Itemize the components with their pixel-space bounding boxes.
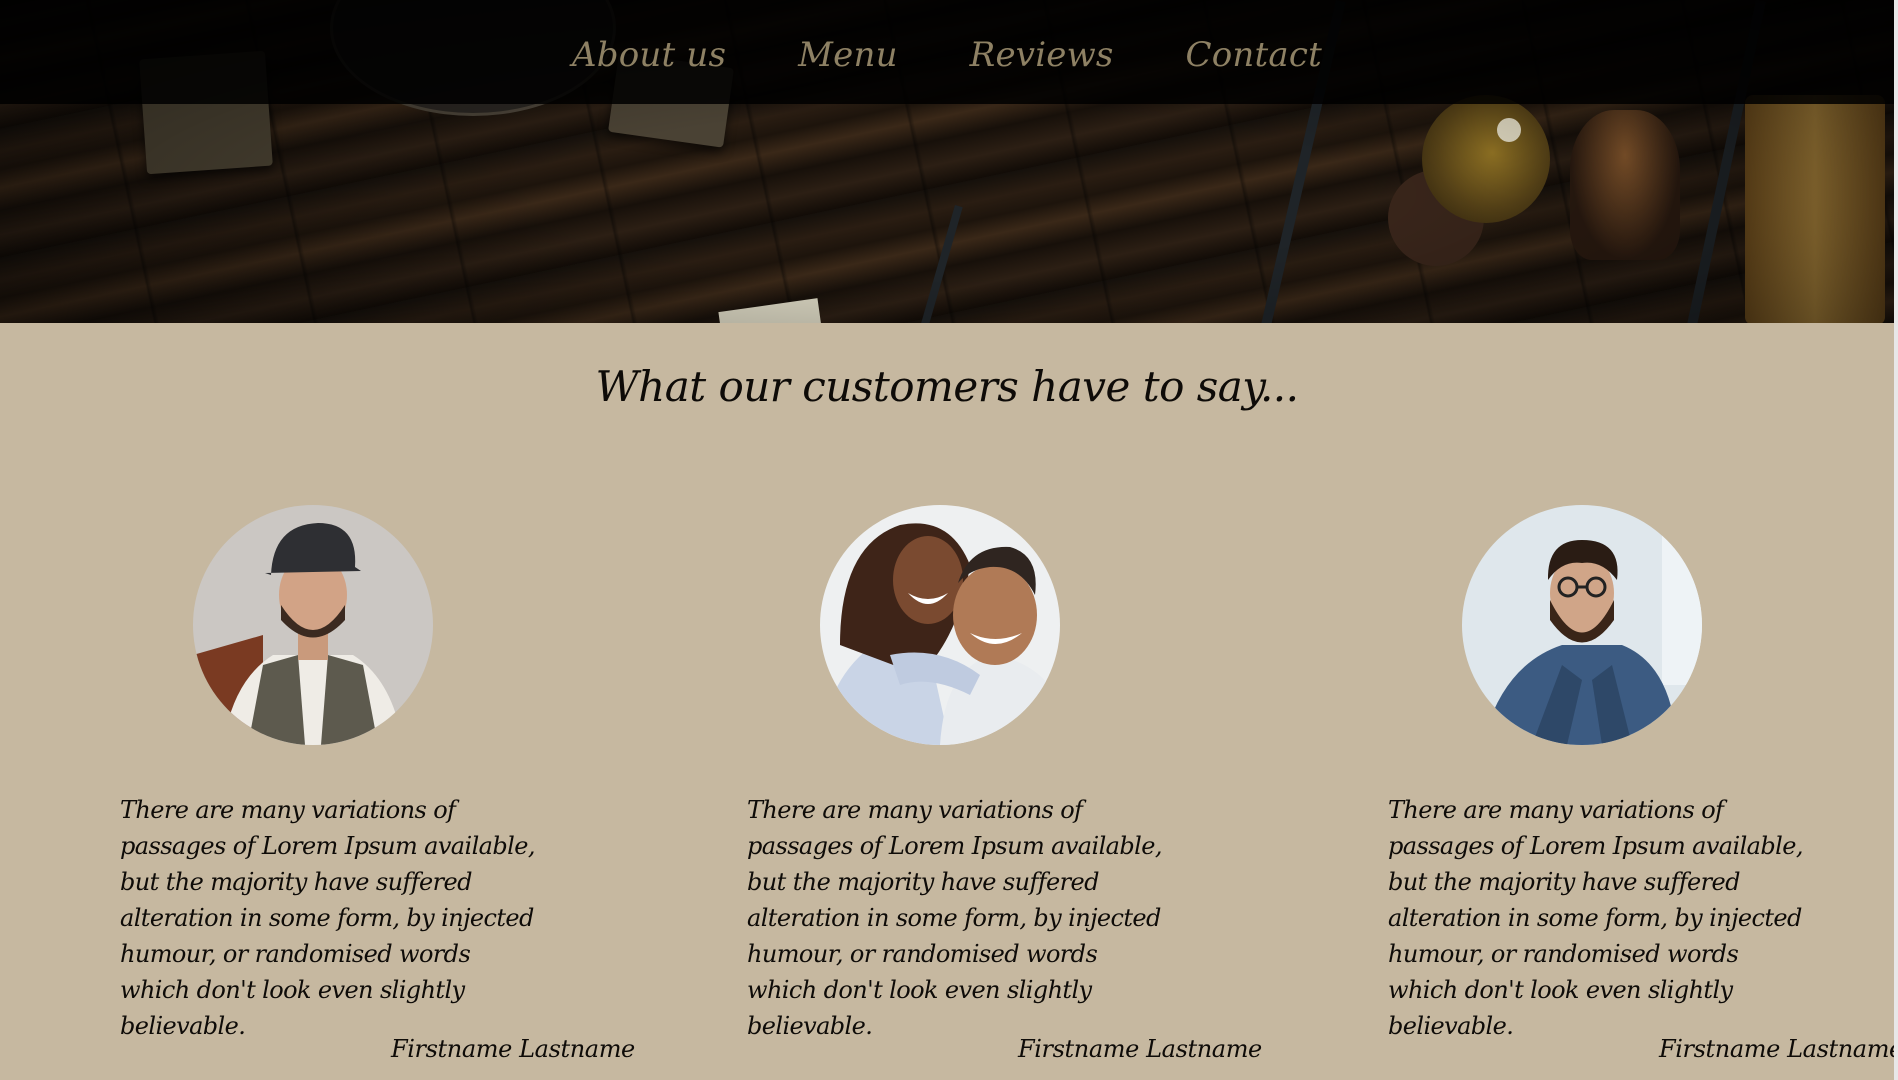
- testimonial-quote: There are many variations of passages of…: [120, 796, 535, 1040]
- testimonial-author: Firstname Lastname: [1018, 1035, 1262, 1063]
- testimonial-author: Firstname Lastname: [1659, 1035, 1898, 1063]
- hero-banner: About us Menu Reviews Contact: [0, 0, 1894, 323]
- testimonial-quote: There are many variations of passages of…: [1388, 796, 1803, 1040]
- nav-link-contact[interactable]: Contact: [1186, 35, 1322, 75]
- customer-photo: [193, 505, 433, 745]
- testimonial-author: Firstname Lastname: [391, 1035, 635, 1063]
- testimonials-title: What our customers have to say...: [595, 362, 1299, 411]
- nav-link-menu[interactable]: Menu: [798, 35, 898, 75]
- window-scrollbar[interactable]: [1894, 0, 1898, 1080]
- nav-link-reviews[interactable]: Reviews: [970, 35, 1114, 75]
- nav-link-about-us[interactable]: About us: [572, 35, 726, 75]
- customer-photo: [820, 505, 1060, 745]
- customer-photo: [1462, 505, 1702, 745]
- testimonial-quote: There are many variations of passages of…: [747, 796, 1162, 1040]
- main-navigation: About us Menu Reviews Contact: [0, 0, 1894, 104]
